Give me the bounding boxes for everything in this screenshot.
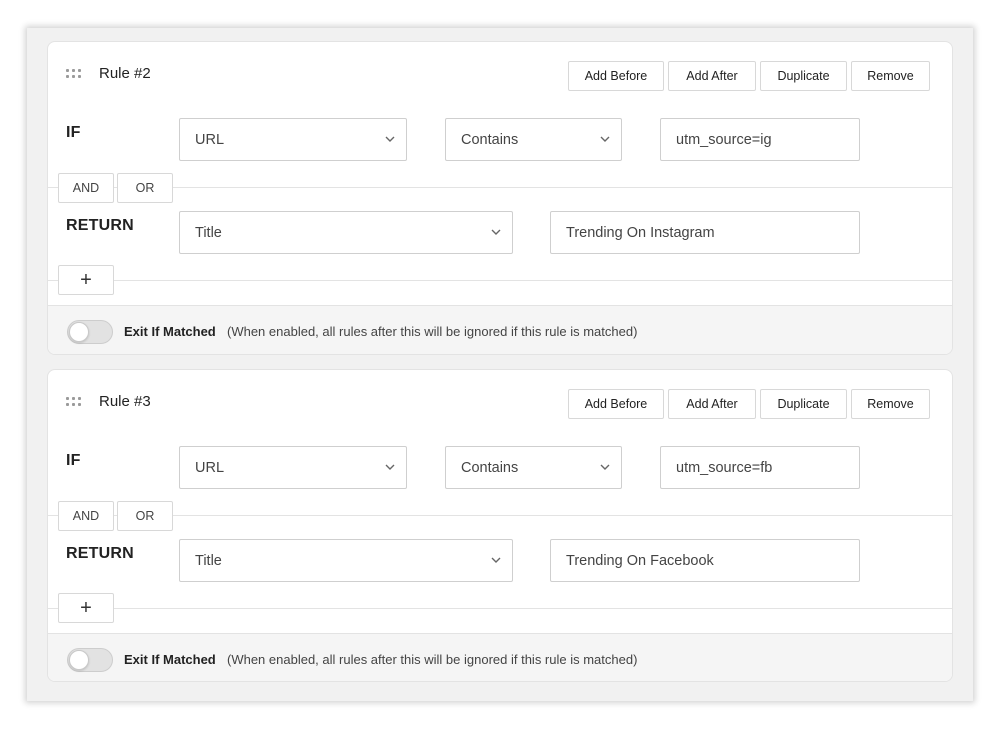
condition-field-select[interactable]: URL <box>179 118 407 161</box>
or-button[interactable]: OR <box>117 501 173 531</box>
chevron-down-icon <box>385 136 395 142</box>
condition-value-input[interactable]: utm_source=ig <box>660 118 860 161</box>
condition-value-input[interactable]: utm_source=fb <box>660 446 860 489</box>
chevron-down-icon <box>491 229 501 235</box>
rule-card: Rule #2 Add Before Add After Duplicate R… <box>47 41 953 355</box>
return-value-input[interactable]: Trending On Facebook <box>550 539 860 582</box>
and-button[interactable]: AND <box>58 173 114 203</box>
chevron-down-icon <box>385 464 395 470</box>
rule-footer: Exit If Matched (When enabled, all rules… <box>48 305 952 354</box>
add-after-button[interactable]: Add After <box>668 389 756 419</box>
return-value-text: Trending On Facebook <box>566 552 714 569</box>
add-after-button[interactable]: Add After <box>668 61 756 91</box>
return-label: RETURN <box>66 545 134 562</box>
condition-value-text: utm_source=ig <box>676 131 772 148</box>
return-value-input[interactable]: Trending On Instagram <box>550 211 860 254</box>
condition-operator-select[interactable]: Contains <box>445 118 622 161</box>
exit-if-matched-toggle[interactable] <box>67 648 113 672</box>
rules-panel: Rule #2 Add Before Add After Duplicate R… <box>27 28 973 701</box>
drag-handle-icon[interactable] <box>66 69 81 79</box>
rule-card: Rule #3 Add Before Add After Duplicate R… <box>47 369 953 682</box>
rule-title: Rule #3 <box>99 393 151 410</box>
add-before-button[interactable]: Add Before <box>568 61 664 91</box>
toggle-knob <box>69 650 89 670</box>
rule-footer: Exit If Matched (When enabled, all rules… <box>48 633 952 681</box>
condition-field-value: URL <box>195 459 225 476</box>
return-label: RETURN <box>66 217 134 234</box>
drag-handle-icon[interactable] <box>66 397 81 407</box>
condition-operator-value: Contains <box>461 459 519 476</box>
remove-button[interactable]: Remove <box>851 61 930 91</box>
exit-if-matched-label: Exit If Matched <box>124 324 216 339</box>
divider <box>48 280 952 281</box>
condition-operator-value: Contains <box>461 131 519 148</box>
return-value-text: Trending On Instagram <box>566 224 715 241</box>
and-button[interactable]: AND <box>58 501 114 531</box>
if-label: IF <box>66 124 81 141</box>
if-label: IF <box>66 452 81 469</box>
add-before-button[interactable]: Add Before <box>568 389 664 419</box>
divider <box>48 515 952 516</box>
divider <box>48 608 952 609</box>
exit-if-matched-toggle[interactable] <box>67 320 113 344</box>
return-field-value: Title <box>195 552 222 569</box>
exit-if-matched-hint: (When enabled, all rules after this will… <box>227 652 638 667</box>
duplicate-button[interactable]: Duplicate <box>760 389 847 419</box>
exit-if-matched-hint: (When enabled, all rules after this will… <box>227 324 638 339</box>
return-field-select[interactable]: Title <box>179 539 513 582</box>
or-button[interactable]: OR <box>117 173 173 203</box>
remove-button[interactable]: Remove <box>851 389 930 419</box>
chevron-down-icon <box>600 136 610 142</box>
duplicate-button[interactable]: Duplicate <box>760 61 847 91</box>
chevron-down-icon <box>600 464 610 470</box>
rule-title: Rule #2 <box>99 65 151 82</box>
condition-operator-select[interactable]: Contains <box>445 446 622 489</box>
condition-field-value: URL <box>195 131 225 148</box>
chevron-down-icon <box>491 557 501 563</box>
return-field-value: Title <box>195 224 222 241</box>
exit-if-matched-label: Exit If Matched <box>124 652 216 667</box>
toggle-knob <box>69 322 89 342</box>
divider <box>48 187 952 188</box>
add-return-button[interactable]: + <box>58 593 114 623</box>
add-return-button[interactable]: + <box>58 265 114 295</box>
condition-value-text: utm_source=fb <box>676 459 773 476</box>
condition-field-select[interactable]: URL <box>179 446 407 489</box>
return-field-select[interactable]: Title <box>179 211 513 254</box>
